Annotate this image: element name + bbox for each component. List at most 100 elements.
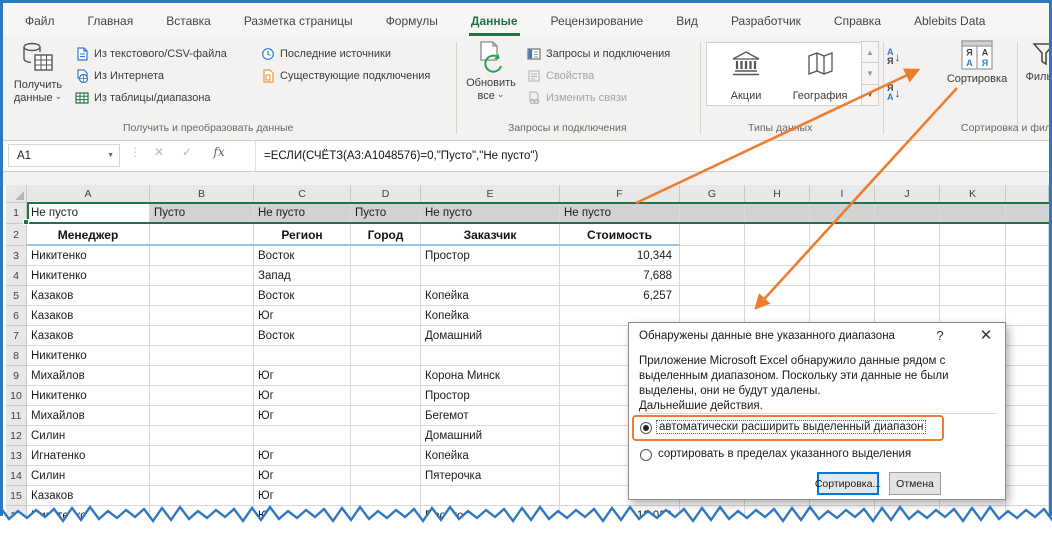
row-header-15[interactable]: 15	[6, 486, 27, 506]
gallery-item-stocks[interactable]: Акции	[711, 46, 781, 102]
cell-L15[interactable]	[1006, 486, 1049, 506]
column-header-E[interactable]: E	[421, 185, 560, 203]
cell-D16[interactable]	[351, 506, 421, 526]
cell-B7[interactable]	[150, 326, 254, 346]
gallery-up-icon[interactable]: ▲	[861, 41, 879, 63]
cell-E13[interactable]: Копейка	[421, 446, 560, 466]
row-header-3[interactable]: 3	[6, 246, 27, 266]
cell-H2[interactable]	[745, 224, 810, 246]
cell-D14[interactable]	[351, 466, 421, 486]
cell-D3[interactable]	[351, 246, 421, 266]
filter-button[interactable]: Фильтр	[1021, 42, 1052, 84]
cell-B16[interactable]	[150, 506, 254, 526]
ribbon-item-from-web[interactable]: Из Интернета	[75, 66, 164, 86]
cell-E9[interactable]: Корона Минск	[421, 366, 560, 386]
column-header-J[interactable]: J	[875, 185, 940, 203]
cell-A2[interactable]: Менеджер	[27, 224, 150, 246]
column-header-extra[interactable]	[1006, 185, 1049, 203]
fill-handle[interactable]	[23, 219, 29, 225]
cell-C6[interactable]: Юг	[254, 306, 351, 326]
cell-B13[interactable]	[150, 446, 254, 466]
cell-A4[interactable]: Никитенко	[27, 266, 150, 286]
radio-sort-within[interactable]	[640, 449, 652, 461]
cell-I2[interactable]	[810, 224, 875, 246]
cell-L2[interactable]	[1006, 224, 1049, 246]
cell-B4[interactable]	[150, 266, 254, 286]
cell-B14[interactable]	[150, 466, 254, 486]
row-header-9[interactable]: 9	[6, 366, 27, 386]
cell-A12[interactable]: Силин	[27, 426, 150, 446]
tab-view[interactable]: Вид	[674, 8, 700, 36]
cell-L6[interactable]	[1006, 306, 1049, 326]
cell-D15[interactable]	[351, 486, 421, 506]
cell-L12[interactable]	[1006, 426, 1049, 446]
cell-I5[interactable]	[810, 286, 875, 306]
ribbon-item-recent-sources[interactable]: Последние источники	[261, 44, 391, 64]
cell-B5[interactable]	[150, 286, 254, 306]
cell-A3[interactable]: Никитенко	[27, 246, 150, 266]
cell-H5[interactable]	[745, 286, 810, 306]
cell-G2[interactable]	[680, 224, 745, 246]
cell-E6[interactable]: Копейка	[421, 306, 560, 326]
cell-E11[interactable]: Бегемот	[421, 406, 560, 426]
cell-A8[interactable]: Никитенко	[27, 346, 150, 366]
cell-B11[interactable]	[150, 406, 254, 426]
ribbon-item-queries-connections[interactable]: Запросы и подключения	[527, 44, 670, 64]
tab-formulas[interactable]: Формулы	[384, 8, 440, 36]
cell-D6[interactable]	[351, 306, 421, 326]
dialog-sort-button[interactable]: Сортировка...	[817, 472, 879, 495]
cell-L3[interactable]	[1006, 246, 1049, 266]
cell-L16[interactable]	[1006, 506, 1049, 526]
cell-C10[interactable]: Юг	[254, 386, 351, 406]
ribbon-item-existing-connections[interactable]: Существующие подключения	[261, 66, 430, 86]
cell-C4[interactable]: Запад	[254, 266, 351, 286]
cell-C11[interactable]: Юг	[254, 406, 351, 426]
cell-L7[interactable]	[1006, 326, 1049, 346]
name-box-dropdown-icon[interactable]: ▼	[107, 152, 114, 159]
cell-J5[interactable]	[875, 286, 940, 306]
cell-K4[interactable]	[940, 266, 1006, 286]
gallery-more-icon[interactable]: ▼	[861, 84, 879, 106]
cell-F5[interactable]: 6,257	[560, 286, 680, 306]
cell-F1[interactable]: Не пусто	[560, 203, 680, 224]
tab-developer[interactable]: Разработчик	[729, 8, 803, 36]
cell-G1[interactable]	[680, 203, 745, 224]
cell-C9[interactable]: Юг	[254, 366, 351, 386]
cell-E12[interactable]: Домашний	[421, 426, 560, 446]
cell-A11[interactable]: Михайлов	[27, 406, 150, 426]
cell-A13[interactable]: Игнатенко	[27, 446, 150, 466]
cell-E4[interactable]	[421, 266, 560, 286]
column-header-D[interactable]: D	[351, 185, 421, 203]
select-all-button[interactable]	[6, 185, 27, 203]
cell-D11[interactable]	[351, 406, 421, 426]
sort-az-button[interactable]: АЯ↓	[887, 44, 917, 70]
dialog-close-icon[interactable]: ✕	[977, 326, 995, 344]
cell-E14[interactable]: Пятерочка	[421, 466, 560, 486]
confirm-entry-icon[interactable]: ✓	[177, 145, 197, 159]
row-header-16[interactable]: 16	[6, 506, 27, 526]
tab-ablebits-data[interactable]: Ablebits Data	[912, 8, 987, 36]
column-header-I[interactable]: I	[810, 185, 875, 203]
row-header-4[interactable]: 4	[6, 266, 27, 286]
cell-I3[interactable]	[810, 246, 875, 266]
tab-help[interactable]: Справка	[832, 8, 883, 36]
row-header-8[interactable]: 8	[6, 346, 27, 366]
cell-D10[interactable]	[351, 386, 421, 406]
cell-J1[interactable]	[875, 203, 940, 224]
cell-I16[interactable]	[810, 506, 875, 526]
cell-E8[interactable]	[421, 346, 560, 366]
tab-page-layout[interactable]: Разметка страницы	[242, 8, 355, 36]
cell-B8[interactable]	[150, 346, 254, 366]
radio-expand-label[interactable]: автоматически расширить выделенный диапа…	[656, 420, 926, 434]
cell-C8[interactable]	[254, 346, 351, 366]
column-header-H[interactable]: H	[745, 185, 810, 203]
row-header-11[interactable]: 11	[6, 406, 27, 426]
cell-E10[interactable]: Простор	[421, 386, 560, 406]
tab-insert[interactable]: Вставка	[164, 8, 213, 36]
gallery-down-icon[interactable]: ▼	[861, 62, 879, 84]
cell-L14[interactable]	[1006, 466, 1049, 486]
cell-D9[interactable]	[351, 366, 421, 386]
name-box[interactable]: A1 ▼	[8, 144, 120, 167]
row-header-7[interactable]: 7	[6, 326, 27, 346]
sort-button[interactable]: Я А А Я Сортировка	[939, 40, 1015, 86]
